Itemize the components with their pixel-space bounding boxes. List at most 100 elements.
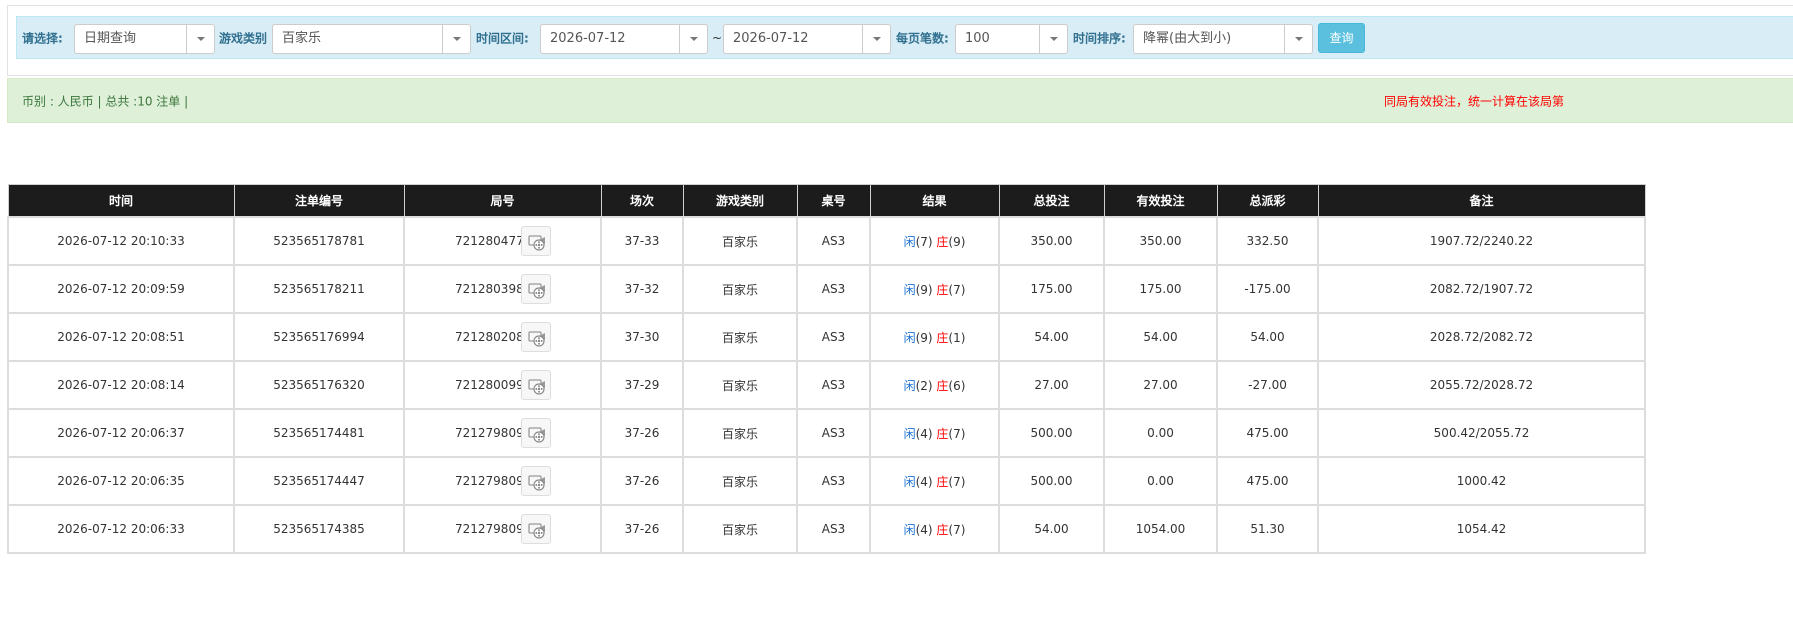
result-banker-label: 庄 [936,330,949,345]
column-header-session[interactable]: 场次 [600,184,684,218]
cell-remark: 500.42/2055.72 [1317,408,1646,458]
replay-video-button[interactable] [521,466,551,496]
cell-payout: 475.00 [1216,408,1319,458]
cell-session: 37-30 [600,312,684,362]
cell-payout: 332.50 [1216,216,1319,266]
per-page-dropdown-toggle[interactable] [1039,25,1067,53]
cell-valid-bet: 175.00 [1103,264,1218,314]
result-banker-score: (9) [948,234,966,249]
sort-select[interactable]: 降幂(由大到小) [1133,24,1313,54]
cell-time: 2026-07-12 20:08:14 [7,360,235,410]
cell-result: 闲(4) 庄(7) [869,456,1000,506]
result-banker-score: (6) [948,378,966,393]
cell-round: 721280099 [403,360,602,410]
per-page-select[interactable]: 100 [955,24,1068,54]
result-banker-score: (7) [948,282,966,297]
cell-round: 721279809 [403,456,602,506]
cell-payout: -27.00 [1216,360,1319,410]
game-type-select[interactable]: 百家乐 [272,24,471,54]
cell-valid-bet: 0.00 [1103,456,1218,506]
cell-remark: 1907.72/2240.22 [1317,216,1646,266]
replay-video-button[interactable] [521,418,551,448]
film-reel-icon [528,283,545,299]
cell-valid-bet: 54.00 [1103,312,1218,362]
query-type-dropdown-toggle[interactable] [186,25,214,53]
column-header-remark[interactable]: 备注 [1317,184,1646,218]
result-banker-label: 庄 [936,378,949,393]
chevron-down-icon [873,37,881,41]
cell-time: 2026-07-12 20:08:51 [7,312,235,362]
date-to-select[interactable]: 2026-07-12 [723,24,891,54]
cell-time: 2026-07-12 20:06:33 [7,504,235,554]
replay-video-button[interactable] [521,514,551,544]
chevron-down-icon [197,37,205,41]
per-page-value: 100 [965,31,990,46]
date-from-value: 2026-07-12 [550,31,626,46]
result-player-label: 闲 [903,330,916,345]
column-header-payout[interactable]: 总派彩 [1216,184,1319,218]
column-header-valid-bet[interactable]: 有效投注 [1103,184,1218,218]
column-header-total-bet[interactable]: 总投注 [998,184,1105,218]
table-row: 2026-07-12 20:08:51 523565176994 721280208… [7,312,1646,362]
column-header-result[interactable]: 结果 [869,184,1000,218]
sort-label: 时间排序: [1073,31,1126,46]
column-header-game-type[interactable]: 游戏类别 [682,184,798,218]
table-row: 2026-07-12 20:09:59 523565178211 721280398… [7,264,1646,314]
cell-valid-bet: 350.00 [1103,216,1218,266]
cell-game-type: 百家乐 [682,216,798,266]
cell-round: 721279809 [403,504,602,554]
time-range-label: 时间区间: [476,31,529,46]
select-label: 请选择: [22,31,63,46]
sort-dropdown-toggle[interactable] [1284,25,1312,53]
cell-time: 2026-07-12 20:09:59 [7,264,235,314]
table-header: 时间 注单编号 局号 场次 游戏类别 桌号 结果 总投注 有效投注 总派彩 备注 [7,184,1646,218]
result-banker-label: 庄 [936,282,949,297]
date-from-select[interactable]: 2026-07-12 [540,24,708,54]
game-type-value: 百家乐 [282,31,322,46]
table-row: 2026-07-12 20:08:14 523565176320 721280099… [7,360,1646,410]
cell-total-bet: 54.00 [998,312,1105,362]
column-header-time[interactable]: 时间 [7,184,235,218]
game-type-dropdown-toggle[interactable] [442,25,470,53]
round-number: 721279809 [455,474,524,488]
cell-table-no: AS3 [796,360,871,410]
replay-video-button[interactable] [521,274,551,304]
round-number: 721280477 [455,234,524,248]
result-player-label: 闲 [903,426,916,441]
cell-valid-bet: 1054.00 [1103,504,1218,554]
column-header-bet-id[interactable]: 注单编号 [233,184,405,218]
column-header-round[interactable]: 局号 [403,184,602,218]
film-reel-icon [528,523,545,539]
column-header-table-no[interactable]: 桌号 [796,184,871,218]
query-button[interactable]: 查询 [1318,23,1365,53]
replay-video-button[interactable] [521,322,551,352]
cell-table-no: AS3 [796,504,871,554]
film-reel-icon [528,235,545,251]
date-to-dropdown-toggle[interactable] [862,25,890,53]
cell-session: 37-33 [600,216,684,266]
result-banker-label: 庄 [936,474,949,489]
cell-total-bet: 175.00 [998,264,1105,314]
result-banker-score: (7) [948,522,966,537]
cell-payout: 51.30 [1216,504,1319,554]
cell-result: 闲(2) 庄(6) [869,360,1000,410]
cell-remark: 2055.72/2028.72 [1317,360,1646,410]
date-from-dropdown-toggle[interactable] [679,25,707,53]
film-reel-icon [528,331,545,347]
cell-remark: 1000.42 [1317,456,1646,506]
replay-video-button[interactable] [521,226,551,256]
film-reel-icon [528,475,545,491]
replay-video-button[interactable] [521,370,551,400]
cell-round: 721280477 [403,216,602,266]
result-player-score: (4) [915,426,933,441]
cell-remark: 2028.72/2082.72 [1317,312,1646,362]
cell-game-type: 百家乐 [682,312,798,362]
query-type-select[interactable]: 日期查询 [74,24,215,54]
cell-payout: 475.00 [1216,456,1319,506]
cell-table-no: AS3 [796,312,871,362]
cell-table-no: AS3 [796,264,871,314]
round-number: 721280099 [455,378,524,392]
round-number: 721279809 [455,426,524,440]
sort-value: 降幂(由大到小) [1143,31,1232,46]
cell-result: 闲(9) 庄(7) [869,264,1000,314]
